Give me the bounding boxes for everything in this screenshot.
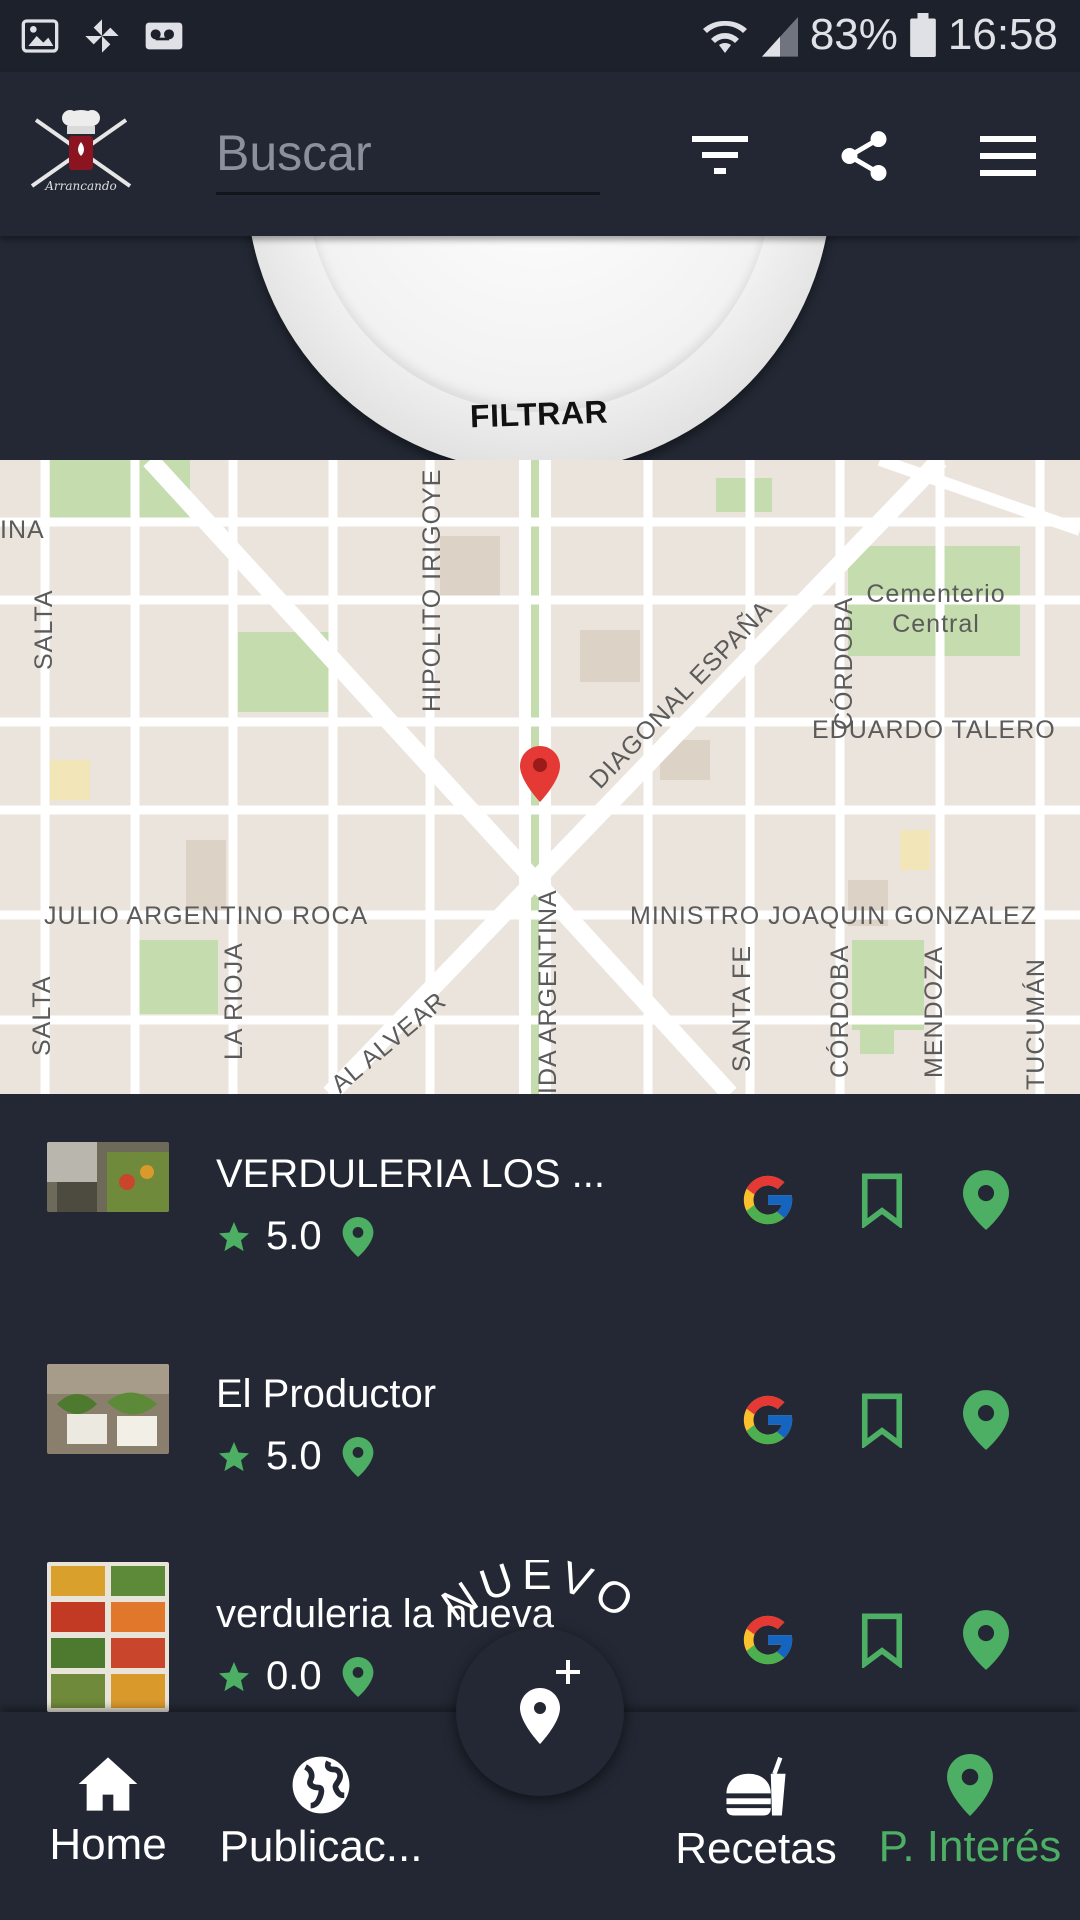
bookmark-button[interactable]	[850, 1608, 914, 1672]
voicemail-icon	[145, 22, 183, 50]
bookmark-button[interactable]	[850, 1168, 914, 1232]
menu-icon	[980, 136, 1036, 176]
map-label-tucuman: TUCUMÁN	[1021, 958, 1050, 1090]
share-button[interactable]	[832, 124, 896, 188]
nav-publicaciones[interactable]: Publicac...	[214, 1754, 428, 1872]
nav-label: Recetas	[675, 1824, 837, 1873]
fab-label: NUEVO	[440, 1560, 640, 1630]
add-location-icon	[520, 1660, 580, 1744]
bookmark-button[interactable]	[850, 1388, 914, 1452]
map-label-salta-top: SALTA	[30, 590, 58, 671]
app-bar: Arrancando	[0, 72, 1080, 236]
google-search-button[interactable]	[736, 1388, 800, 1452]
map-label-cordoba-bottom: CÓRDOBA	[825, 945, 854, 1078]
list-item[interactable]: El Productor 5.0	[0, 1314, 1080, 1534]
google-search-button[interactable]	[736, 1168, 800, 1232]
place-thumbnail	[47, 1142, 169, 1212]
place-thumbnail	[47, 1364, 169, 1454]
location-button[interactable]	[954, 1608, 1018, 1672]
map-label-cordoba-top: CÓRDOBA	[829, 597, 858, 730]
place-thumbnail	[47, 1562, 169, 1712]
bookmark-icon	[861, 1173, 903, 1228]
map-label-julio: JULIO ARGENTINO ROCA	[44, 902, 368, 930]
pinwheel-icon	[85, 19, 119, 53]
status-bar: 83% 16:58	[0, 0, 1080, 72]
map-label-eduardo: EDUARDO TALERO	[812, 716, 1056, 744]
share-icon	[841, 131, 887, 181]
clock: 16:58	[947, 10, 1058, 59]
bookmark-icon	[861, 1613, 903, 1668]
menu-button[interactable]	[976, 124, 1040, 188]
battery-percent: 83%	[809, 10, 898, 59]
map-label-santa-fe: SANTA FE	[728, 945, 756, 1072]
location-pin-icon	[963, 1390, 1009, 1450]
image-icon	[21, 19, 59, 53]
bookmark-icon	[861, 1393, 903, 1448]
map-label-cementerio-2: Central	[892, 610, 980, 638]
globe-icon	[292, 1756, 350, 1814]
place-name: VERDULERIA LOS ...	[216, 1152, 606, 1196]
nav-label: P. Interés	[878, 1822, 1062, 1871]
nav-home[interactable]: Home	[38, 1754, 178, 1870]
google-icon	[743, 1615, 793, 1665]
location-pin-small-icon	[342, 1436, 373, 1477]
location-button[interactable]	[954, 1168, 1018, 1232]
map-label-ina: INA	[0, 516, 45, 544]
add-place-button[interactable]	[456, 1628, 624, 1796]
google-icon	[743, 1395, 793, 1445]
map-label-la-rioja: LA RIOJA	[220, 942, 248, 1060]
star-icon	[219, 1441, 249, 1471]
plate-rim	[306, 236, 772, 412]
map-label-salta-bottom: SALTA	[28, 976, 56, 1057]
map-label-argentina: IDA ARGENTINA	[534, 889, 562, 1094]
place-rating: 5.0	[266, 1434, 322, 1478]
home-icon	[78, 1757, 138, 1811]
map-canvas: INA SALTA SALTA HIPOLITO IRIGOYE DIAGONA…	[0, 460, 1080, 1094]
location-pin-small-icon	[342, 1216, 373, 1257]
map-label-hipolito: HIPOLITO IRIGOYE	[418, 469, 446, 712]
nav-label: Home	[49, 1820, 167, 1869]
location-pin-icon	[963, 1610, 1009, 1670]
filter-button[interactable]	[688, 124, 752, 188]
location-button[interactable]	[954, 1388, 1018, 1452]
place-rating: 0.0	[266, 1654, 322, 1698]
map-label-cementerio-1: Cementerio	[866, 580, 1005, 608]
filter-icon	[692, 136, 748, 174]
food-icon	[726, 1756, 786, 1816]
star-icon	[219, 1221, 249, 1251]
location-pin-small-icon	[342, 1656, 373, 1697]
map-label-mendoza: MENDOZA	[920, 946, 948, 1078]
location-pin-icon	[947, 1754, 993, 1816]
svg-text:Arrancando: Arrancando	[44, 179, 117, 193]
filter-plate-button[interactable]: FILTRAR	[246, 236, 832, 460]
svg-text:NUEVO: NUEVO	[440, 1560, 640, 1630]
list-item[interactable]: VERDULERIA LOS ... 5.0	[0, 1094, 1080, 1314]
map-view[interactable]: INA SALTA SALTA HIPOLITO IRIGOYE DIAGONA…	[0, 460, 1080, 1094]
search-input[interactable]	[216, 118, 600, 188]
map-label-ministro: MINISTRO JOAQUIN GONZALEZ	[630, 902, 1037, 930]
battery-icon	[910, 13, 936, 57]
place-rating: 5.0	[266, 1214, 322, 1258]
search-field[interactable]	[216, 118, 600, 195]
filter-area: FILTRAR	[0, 236, 1080, 460]
star-icon	[219, 1661, 249, 1691]
nav-label: Publicac...	[219, 1822, 423, 1871]
nav-puntos-interes[interactable]: P. Interés	[872, 1754, 1068, 1872]
google-icon	[743, 1175, 793, 1225]
app-logo[interactable]: Arrancando	[26, 106, 136, 202]
location-pin-icon	[963, 1170, 1009, 1230]
google-search-button[interactable]	[736, 1608, 800, 1672]
signal-icon	[761, 17, 798, 57]
nav-recetas[interactable]: Recetas	[664, 1754, 848, 1874]
place-name: El Productor	[216, 1372, 437, 1416]
wifi-icon	[702, 20, 747, 53]
